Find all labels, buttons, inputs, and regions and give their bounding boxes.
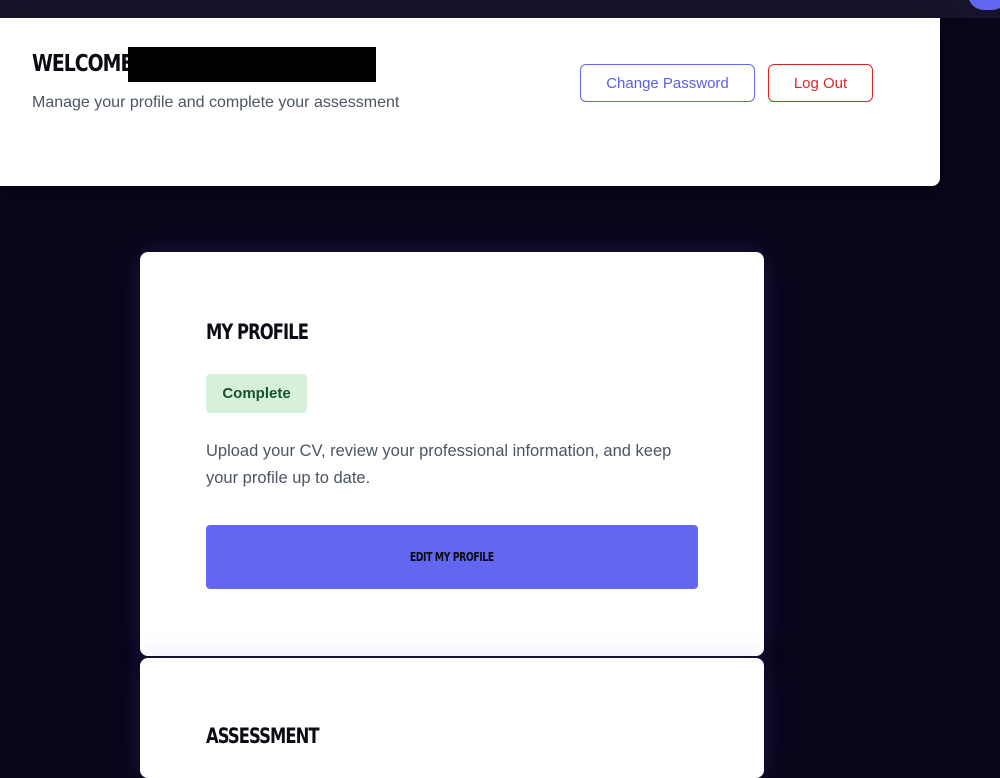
welcome-heading: WELCOME, [32, 46, 376, 82]
welcome-subtitle: Manage your profile and complete your as… [32, 94, 400, 111]
logout-button[interactable]: Log Out [768, 64, 873, 102]
welcome-title: WELCOME, [32, 51, 140, 77]
top-bar [0, 0, 1000, 18]
redacted-username [128, 47, 376, 82]
change-password-button[interactable]: Change Password [580, 64, 755, 102]
profile-card-title: MY PROFILE [206, 320, 309, 344]
status-badge: Complete [206, 374, 307, 413]
edit-profile-button-label: EDIT MY PROFILE [410, 550, 494, 564]
welcome-header: WELCOME, Manage your profile and complet… [0, 18, 940, 186]
assessment-card: ASSESSMENT [140, 658, 764, 778]
profile-card-description: Upload your CV, review your professional… [206, 442, 672, 487]
edit-profile-button[interactable]: EDIT MY PROFILE [206, 525, 698, 589]
assessment-card-title: ASSESSMENT [206, 724, 320, 748]
profile-card: MY PROFILE Complete Upload your CV, revi… [140, 252, 764, 656]
